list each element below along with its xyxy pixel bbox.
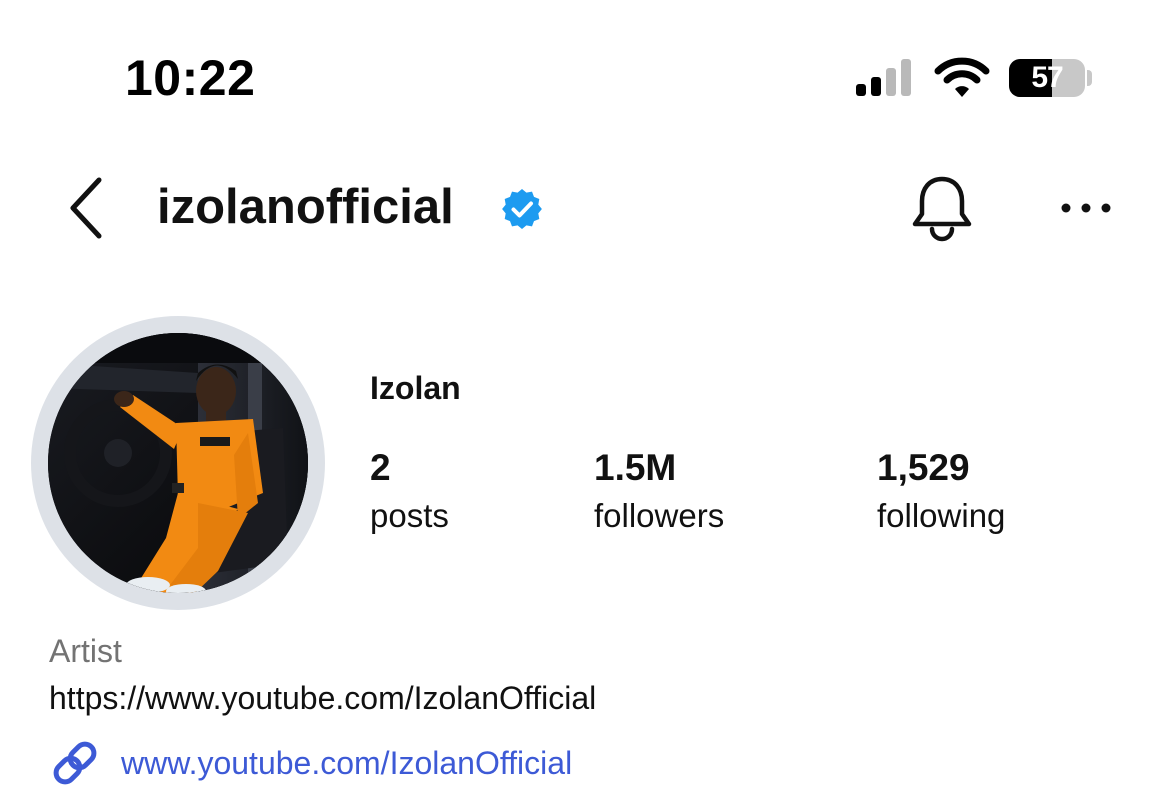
followers-value: 1.5M — [594, 447, 677, 488]
profile-username: izolanofficial — [157, 180, 454, 234]
battery-nub — [1087, 70, 1092, 86]
avatar-image — [48, 333, 308, 593]
chevron-left-icon — [70, 177, 102, 239]
verified-badge-icon — [502, 189, 542, 229]
profile-category: Artist — [49, 633, 122, 669]
avatar-photo — [48, 333, 308, 593]
more-options-button[interactable] — [1054, 186, 1118, 230]
bio-text: https://www.youtube.com/IzolanOfficial — [49, 680, 597, 716]
back-button[interactable] — [55, 170, 115, 246]
cellular-signal-icon — [856, 59, 911, 96]
more-horizontal-icon — [1061, 203, 1111, 213]
bio-link-text: www.youtube.com/IzolanOfficial — [121, 745, 573, 781]
notifications-button[interactable] — [906, 170, 978, 246]
link-icon — [53, 741, 97, 785]
battery-level-text: 57 — [1031, 61, 1063, 94]
profile-display-name: Izolan — [370, 370, 461, 406]
posts-label: posts — [370, 497, 449, 534]
following-count[interactable]: 1,529 following — [877, 446, 1005, 538]
posts-count[interactable]: 2 posts — [370, 446, 449, 538]
bio-link[interactable]: www.youtube.com/IzolanOfficial — [48, 734, 572, 792]
bell-icon — [912, 176, 972, 242]
followers-count[interactable]: 1.5M followers — [594, 446, 724, 538]
following-value: 1,529 — [877, 447, 970, 488]
status-time: 10:22 — [125, 50, 256, 106]
battery-indicator: 57 — [1009, 59, 1085, 97]
followers-label: followers — [594, 497, 725, 534]
wifi-icon — [934, 57, 990, 97]
following-label: following — [877, 497, 1006, 534]
posts-value: 2 — [370, 447, 391, 488]
profile-avatar[interactable] — [31, 316, 325, 610]
